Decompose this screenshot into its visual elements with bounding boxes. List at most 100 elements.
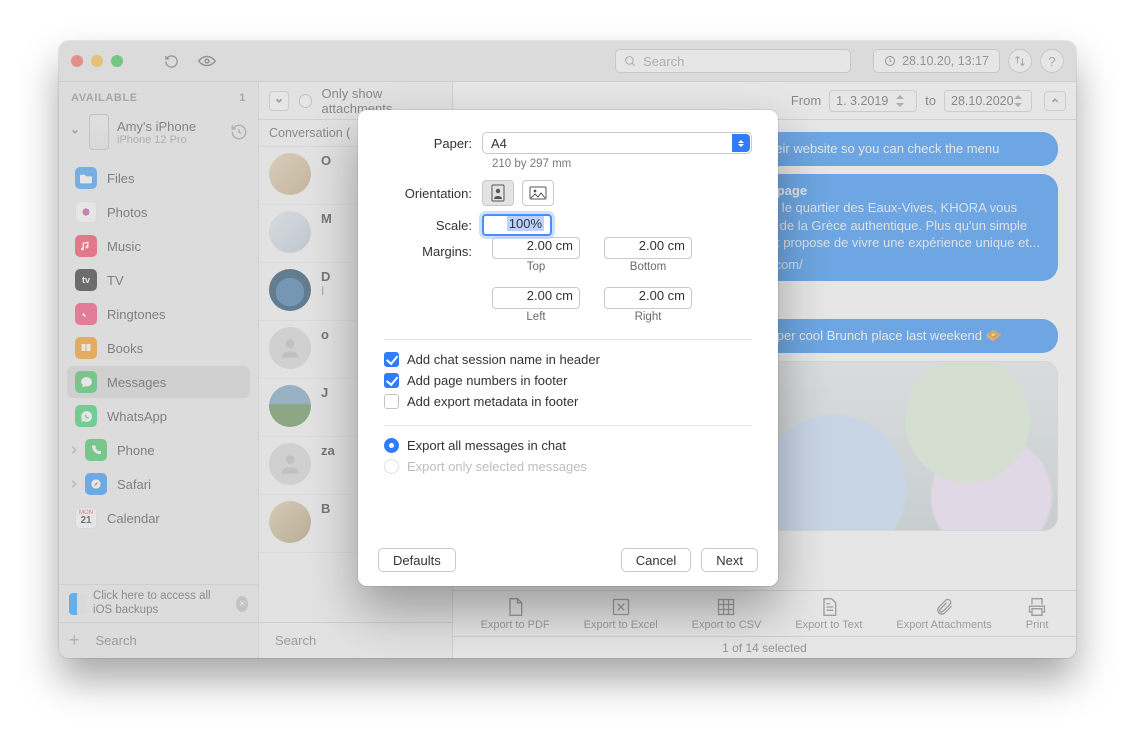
checkbox-icon[interactable] — [384, 394, 399, 409]
checkbox-checked-icon[interactable] — [384, 352, 399, 367]
sidebar-item-files[interactable]: Files — [67, 162, 250, 194]
scale-label: Scale: — [384, 218, 482, 233]
margin-right-input[interactable]: 2.00 cm — [604, 287, 692, 309]
cancel-button[interactable]: Cancel — [621, 548, 691, 572]
snapshot-date[interactable]: 28.10.20, 13:17 — [873, 49, 1000, 73]
sort-button[interactable] — [269, 91, 289, 111]
minimize-button[interactable] — [91, 55, 103, 67]
add-button[interactable]: + — [69, 630, 80, 651]
margins-label: Margins: — [384, 244, 482, 259]
stepper-icon[interactable] — [896, 90, 910, 112]
excel-icon — [611, 597, 631, 617]
tv-icon: tv — [75, 269, 97, 291]
portrait-icon — [491, 184, 505, 202]
export-scope-selected: Export only selected messages — [384, 459, 752, 474]
sidebar-item-safari[interactable]: Safari — [67, 468, 250, 500]
print-button[interactable]: Print — [1026, 597, 1049, 631]
export-scope-all[interactable]: Export all messages in chat — [384, 438, 752, 453]
checkbox-checked-icon[interactable] — [384, 373, 399, 388]
avatar — [269, 211, 311, 253]
option-pagenum-checkbox-row[interactable]: Add page numbers in footer — [384, 373, 752, 388]
close-icon[interactable]: × — [236, 596, 248, 612]
sidebar-item-photos[interactable]: Photos — [67, 196, 250, 228]
date-from-field[interactable]: 1. 3.2019 — [829, 90, 917, 112]
from-label: From — [791, 93, 821, 108]
export-pdf-button[interactable]: Export to PDF — [481, 597, 550, 631]
margin-right-label: Right — [604, 311, 692, 323]
phone-icon — [85, 439, 107, 461]
whatsapp-icon — [75, 405, 97, 427]
sidebar-item-books[interactable]: Books — [67, 332, 250, 364]
collapse-button[interactable] — [1044, 91, 1066, 111]
export-csv-button[interactable]: Export to CSV — [692, 597, 762, 631]
backups-hint[interactable]: Click here to access all iOS backups × — [59, 584, 258, 622]
margin-left-input[interactable]: 2.00 cm — [492, 287, 580, 309]
avatar — [269, 153, 311, 195]
conversation-search-input[interactable] — [275, 633, 451, 648]
music-icon — [75, 235, 97, 257]
message-image[interactable] — [758, 361, 1058, 531]
global-search[interactable]: Search — [615, 49, 851, 73]
sidebar-item-ringtones[interactable]: Ringtones — [67, 298, 250, 330]
date-to-field[interactable]: 28.10.2020 — [944, 90, 1032, 112]
margin-top-input[interactable]: 2.00 cm — [492, 237, 580, 259]
conversation-search[interactable] — [259, 622, 452, 658]
defaults-button[interactable]: Defaults — [378, 548, 456, 572]
titlebar: Search 28.10.20, 13:17 ? — [59, 41, 1076, 82]
dropdown-arrows-icon — [732, 134, 750, 152]
view-button[interactable] — [193, 50, 221, 72]
device-model: iPhone 12 Pro — [117, 134, 196, 146]
option-header-checkbox-row[interactable]: Add chat session name in header — [384, 352, 752, 367]
scale-input[interactable]: 100% — [482, 214, 552, 236]
ringtones-icon — [75, 303, 97, 325]
photos-icon — [75, 201, 97, 223]
message-bubble: omepage dans le quartier des Eaux-Vives,… — [738, 174, 1058, 282]
search-icon — [624, 55, 637, 68]
device-icon — [89, 114, 109, 150]
books-icon — [75, 337, 97, 359]
sidebar-search-input[interactable] — [96, 630, 272, 652]
sidebar-section-label: AVAILABLE — [71, 92, 138, 104]
export-attachments-button[interactable]: Export Attachments — [896, 597, 991, 631]
next-button[interactable]: Next — [701, 548, 758, 572]
refresh-button[interactable] — [157, 50, 185, 72]
clock-icon — [884, 55, 896, 67]
history-icon[interactable] — [230, 123, 248, 141]
help-button[interactable]: ? — [1040, 49, 1064, 73]
attachments-checkbox[interactable] — [299, 94, 312, 108]
sidebar-bottom: + — [59, 622, 258, 658]
transfers-button[interactable] — [1008, 49, 1032, 73]
radio-selected-icon[interactable] — [384, 438, 399, 453]
chevron-right-icon — [69, 445, 79, 455]
avatar — [269, 501, 311, 543]
avatar — [269, 327, 311, 369]
option-metadata-checkbox-row[interactable]: Add export metadata in footer — [384, 394, 752, 409]
device-row[interactable]: Amy's iPhone iPhone 12 Pro — [59, 110, 258, 160]
safari-icon — [85, 473, 107, 495]
landscape-icon — [529, 186, 547, 200]
calendar-icon: MON21 — [75, 507, 97, 529]
export-text-button[interactable]: Export to Text — [795, 597, 862, 631]
export-excel-button[interactable]: Export to Excel — [584, 597, 658, 631]
sidebar-item-phone[interactable]: Phone — [67, 434, 250, 466]
zoom-button[interactable] — [111, 55, 123, 67]
csv-icon — [716, 597, 736, 617]
sidebar: AVAILABLE 1 Amy's iPhone iPhone 12 Pro F… — [59, 82, 259, 658]
orientation-portrait[interactable] — [482, 180, 514, 206]
sidebar-item-tv[interactable]: tvTV — [67, 264, 250, 296]
paper-value: A4 — [491, 136, 507, 151]
paper-select[interactable]: A4 — [482, 132, 752, 154]
orientation-landscape[interactable] — [522, 180, 554, 206]
stepper-icon[interactable] — [1014, 90, 1025, 112]
to-label: to — [925, 93, 936, 108]
paper-label: Paper: — [384, 136, 482, 151]
margin-bottom-input[interactable]: 2.00 cm — [604, 237, 692, 259]
status-bar: 1 of 14 selected — [453, 636, 1076, 658]
avatar — [269, 269, 311, 311]
sidebar-item-music[interactable]: Music — [67, 230, 250, 262]
close-button[interactable] — [71, 55, 83, 67]
sidebar-item-whatsapp[interactable]: WhatsApp — [67, 400, 250, 432]
avatar — [269, 443, 311, 485]
sidebar-item-messages[interactable]: Messages — [67, 366, 250, 398]
sidebar-item-calendar[interactable]: MON21Calendar — [67, 502, 250, 534]
